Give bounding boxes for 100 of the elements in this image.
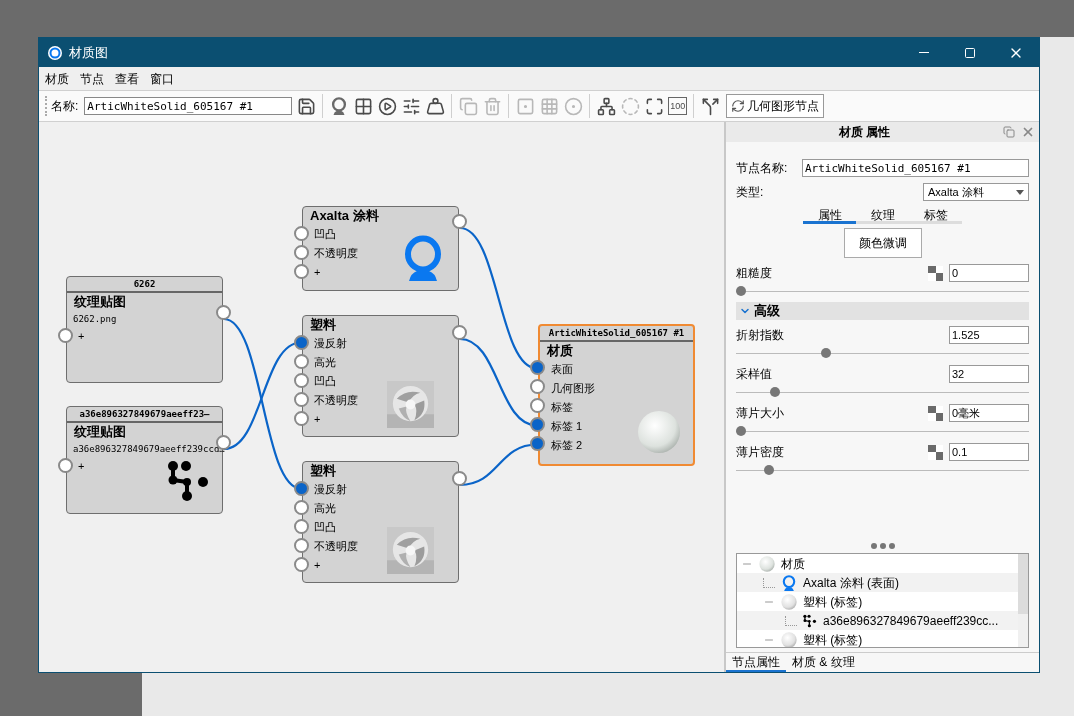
actual-size-button[interactable]: 100: [668, 97, 688, 115]
dots-icon: [167, 460, 211, 502]
port-label: 凹凸: [314, 520, 336, 536]
menu-item[interactable]: 节点: [80, 69, 104, 88]
type-dropdown[interactable]: Axalta 涂料: [923, 183, 1029, 201]
menu-item[interactable]: 查看: [115, 69, 139, 88]
port-label: +: [314, 558, 321, 574]
tree-item[interactable]: 塑料 (标签): [803, 630, 863, 647]
texture-checker-icon[interactable]: [928, 265, 943, 281]
color-tune-button[interactable]: 颜色微调: [843, 228, 922, 258]
node-title: 纹理贴图: [73, 423, 127, 441]
dropdown-caret-icon: [1016, 189, 1024, 195]
slider-track[interactable]: [736, 464, 1029, 476]
property-label: 折射指数: [736, 327, 784, 344]
slider-thumb[interactable]: [736, 426, 746, 436]
minimize-icon: [919, 52, 929, 53]
ring-logo-icon: [403, 234, 443, 282]
save-icon: [296, 96, 316, 116]
section-header[interactable]: 高级: [736, 302, 1029, 320]
node-card[interactable]: a36e896327849679aeeff23— 纹理贴图 a36e896327849679aeeff239ccd… +: [66, 406, 223, 514]
node-card[interactable]: Axalta 涂料 凹凸 不透明度 +: [302, 206, 459, 291]
ring-icon: [330, 97, 349, 115]
plastic-sphere-icon: [781, 593, 797, 610]
tree-item[interactable]: 塑料 (标签): [803, 592, 863, 611]
name-field[interactable]: ArticWhiteSolid_605167 #1: [84, 97, 293, 115]
port-label: +: [314, 412, 321, 428]
geometry-node-button[interactable]: 几何图形节点: [726, 94, 825, 118]
float-icon[interactable]: [1003, 126, 1015, 138]
maximize-icon: [964, 46, 976, 59]
value-field[interactable]: 0: [949, 264, 1029, 282]
port-label: 标签 2: [551, 438, 583, 454]
value-field[interactable]: 0毫米: [949, 404, 1029, 422]
panel-tab[interactable]: 纹理: [856, 206, 909, 224]
port-label: 不透明度: [314, 539, 358, 555]
menu-item[interactable]: 材质: [45, 69, 69, 88]
tree-item[interactable]: 材质: [781, 554, 805, 573]
port-label: 漫反射: [314, 336, 347, 352]
bottom-tab[interactable]: 节点属性: [726, 653, 786, 672]
scrollbar-thumb[interactable]: [1018, 554, 1028, 614]
property-label: 粗糙度: [736, 265, 772, 282]
property-label: 薄片大小: [736, 405, 784, 422]
port-label: 不透明度: [314, 246, 358, 262]
node-card[interactable]: 塑料 漫反射 高光 凹凸 不透明度 +: [302, 315, 459, 437]
texture-checker-icon[interactable]: [928, 405, 943, 421]
node-header: 6262: [67, 277, 222, 293]
value-field[interactable]: 0.1: [949, 443, 1029, 461]
value-field[interactable]: 1.525: [949, 326, 1029, 344]
weight-icon: [425, 96, 445, 116]
port-label: 高光: [314, 501, 336, 517]
node-card[interactable]: 塑料 漫反射 高光 凹凸 不透明度 +: [302, 461, 459, 583]
node-subtitle: 6262.png: [72, 313, 118, 326]
slider-track[interactable]: [736, 425, 1029, 437]
node-title: Axalta 涂料: [309, 207, 380, 225]
menu-item[interactable]: 窗口: [150, 69, 174, 88]
dots-icon: [803, 613, 817, 628]
port-label: 高光: [314, 355, 336, 371]
slider-track[interactable]: [736, 347, 1029, 359]
panel-tab[interactable]: 属性: [803, 206, 856, 224]
copy-icon: [458, 96, 478, 116]
node-title: 纹理贴图: [73, 293, 127, 311]
node-title: 塑料: [309, 462, 337, 480]
splitter-handle[interactable]: [870, 543, 895, 549]
panel-tab[interactable]: 标签: [909, 206, 962, 224]
node-title: 塑料: [309, 316, 337, 334]
app-logo-icon: [47, 44, 63, 61]
node-card[interactable]: 6262 纹理贴图 6262.png +: [66, 276, 223, 383]
bottom-tab[interactable]: 材质 & 纹理: [786, 653, 861, 672]
slider-thumb[interactable]: [820, 348, 831, 358]
slider-track[interactable]: [736, 386, 1029, 398]
slider-thumb[interactable]: [764, 465, 775, 475]
field-label: 类型:: [736, 184, 764, 201]
refresh-icon: [731, 99, 746, 113]
port-label: 标签: [551, 400, 573, 416]
port-label: +: [78, 329, 85, 345]
sphere-icon: [759, 555, 775, 572]
texture-checker-icon[interactable]: [928, 444, 943, 460]
play-icon: [377, 96, 397, 116]
scrollbar[interactable]: [1018, 554, 1028, 647]
port-label: 漫反射: [314, 482, 347, 498]
dashed-icon: [620, 96, 640, 116]
sliders-icon: [401, 96, 421, 116]
close-icon[interactable]: [1021, 125, 1035, 139]
port-label: +: [78, 459, 85, 475]
ring-icon: [781, 574, 797, 591]
slider-thumb[interactable]: [736, 286, 746, 296]
window-title: 材质图: [69, 43, 108, 62]
node-name-field[interactable]: ArticWhiteSolid_605167 #1: [802, 159, 1029, 177]
field-label: 节点名称:: [736, 160, 789, 177]
port-label: 凹凸: [314, 227, 336, 243]
hierarchy-icon: [596, 96, 616, 116]
property-label: 采样值: [736, 366, 772, 383]
slider-track[interactable]: [736, 285, 1029, 297]
node-card[interactable]: ArticWhiteSolid_605167 #1 材质 表面 几何图形 标签 标签 1 标签 2: [538, 324, 695, 466]
trash-icon: [482, 96, 502, 116]
property-label: 薄片密度: [736, 444, 784, 461]
node-header: ArticWhiteSolid_605167 #1: [540, 326, 693, 342]
panel-title: 材质 属性: [837, 124, 892, 141]
fit-icon: [644, 96, 664, 116]
slider-thumb[interactable]: [769, 387, 780, 397]
value-field[interactable]: 32: [949, 365, 1029, 383]
